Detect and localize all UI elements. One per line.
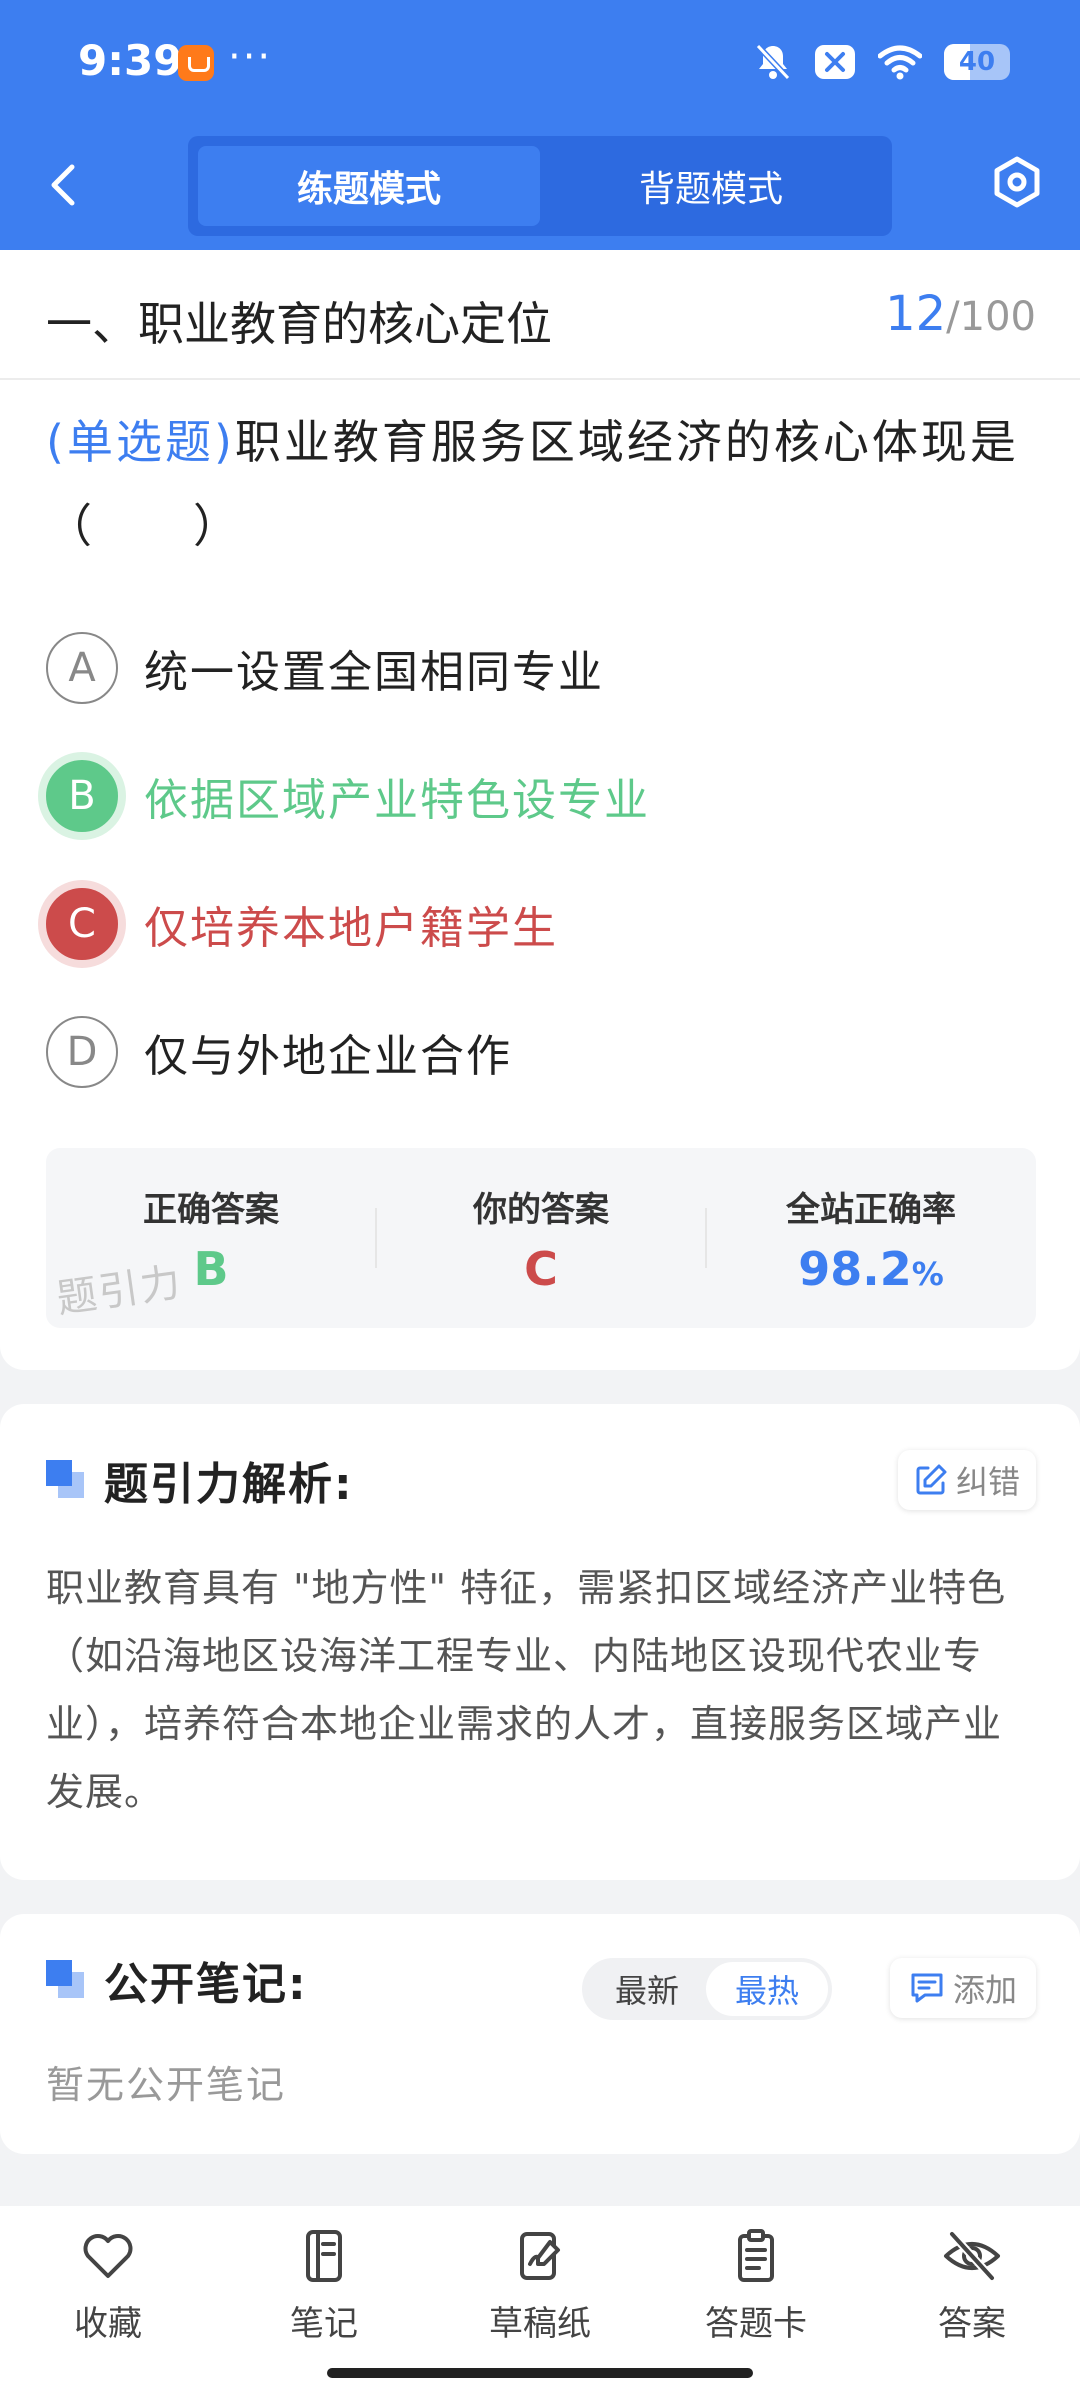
option-letter: A xyxy=(46,632,118,704)
notes-sort-toggle: 最新 最热 xyxy=(582,1958,832,2020)
answer-sheet-icon xyxy=(738,2229,774,2282)
analysis-title: 题引力解析: xyxy=(104,1459,354,1510)
option-text: 仅与外地企业合作 xyxy=(144,1031,512,1082)
progress-current: 12 xyxy=(885,286,947,342)
comment-icon xyxy=(911,1973,943,2003)
answer-sheet-label: 答题卡 xyxy=(705,2304,807,2344)
more-notifications-icon: ··· xyxy=(228,34,273,80)
option-letter: B xyxy=(46,760,118,832)
add-note-label: 添加 xyxy=(952,1971,1017,2009)
accuracy-column: 全站正确率 98.2% xyxy=(706,1148,1036,1328)
top-header: 9:39 ··· 40 练题模式 背题模式 xyxy=(0,0,1080,250)
answer-toggle-label: 答案 xyxy=(938,2304,1006,2344)
battery-level: 40 xyxy=(958,47,996,77)
notes-card: 公开笔记: 最新 最热 添加 暂无公开笔记 xyxy=(0,1914,1080,2154)
correct-answer-label: 正确答案 xyxy=(143,1190,279,1230)
tab-memorize-mode[interactable]: 背题模式 xyxy=(540,146,882,226)
hexagon-settings-icon xyxy=(994,156,1040,208)
option-text: 仅培养本地户籍学生 xyxy=(144,903,558,954)
bell-muted-icon xyxy=(755,43,791,81)
analysis-card: 题引力解析: 纠错 职业教育具有 "地方性" 特征，需紧扣区域经济产业特色（如沿… xyxy=(0,1404,1080,1880)
progress-total: /100 xyxy=(946,294,1036,340)
option-text: 依据区域产业特色设专业 xyxy=(144,775,650,826)
accuracy-number: 98.2 xyxy=(798,1242,912,1296)
your-answer-column: 你的答案 C xyxy=(376,1148,706,1328)
battery-icon: 40 xyxy=(944,44,1010,80)
question-progress[interactable]: 12/100 xyxy=(885,286,1036,342)
back-button[interactable] xyxy=(40,155,90,215)
status-indicators: 40 xyxy=(754,40,1010,84)
draft-paper-label: 草稿纸 xyxy=(489,2304,591,2344)
option-d[interactable]: D 仅与外地企业合作 xyxy=(46,1012,1036,1092)
wifi-icon xyxy=(878,45,922,80)
favorite-button[interactable]: 收藏 xyxy=(8,2226,208,2346)
tab-practice-mode[interactable]: 练题模式 xyxy=(198,146,540,226)
no-sim-icon xyxy=(815,45,855,79)
section-bar: 一、职业教育的核心定位 12/100 xyxy=(0,250,1080,380)
your-answer-label: 你的答案 xyxy=(473,1190,609,1230)
accuracy-label: 全站正确率 xyxy=(786,1190,956,1230)
analysis-text: 职业教育具有 "地方性" 特征，需紧扣区域经济产业特色（如沿海地区设海洋工程专业… xyxy=(46,1566,1007,1814)
notes-label: 笔记 xyxy=(290,2304,358,2344)
correction-label: 纠错 xyxy=(955,1463,1020,1501)
notebook-icon xyxy=(306,2230,342,2282)
accuracy-value: 98.2% xyxy=(706,1242,1036,1296)
favorite-label: 收藏 xyxy=(74,2304,142,2344)
question-card: 一、职业教育的核心定位 12/100 (单选题)职业教育服务区域经济的核心体现是… xyxy=(0,250,1080,1370)
answer-summary: 正确答案 B 你的答案 C 全站正确率 98.2% 题引力 xyxy=(46,1148,1036,1328)
squares-icon xyxy=(46,1460,86,1500)
option-text: 统一设置全国相同专业 xyxy=(144,647,604,698)
analysis-heading: 题引力解析: xyxy=(46,1450,354,1510)
edit-icon xyxy=(916,1464,947,1495)
question-type: (单选题) xyxy=(46,415,235,469)
option-letter: C xyxy=(46,888,118,960)
status-bar: 9:39 ··· 40 xyxy=(0,0,1080,125)
shopping-app-icon xyxy=(178,45,214,81)
sort-hottest[interactable]: 最热 xyxy=(706,1962,828,2016)
option-b[interactable]: B 依据区域产业特色设专业 xyxy=(46,756,1036,836)
settings-button[interactable] xyxy=(990,155,1044,209)
sort-newest[interactable]: 最新 xyxy=(586,1962,708,2016)
chevron-left-icon xyxy=(51,164,75,206)
status-time: 9:39 xyxy=(78,36,183,85)
notes-button[interactable]: 笔记 xyxy=(224,2226,424,2346)
answer-toggle-button[interactable]: 答案 xyxy=(872,2226,1072,2346)
empty-notes-text: 暂无公开笔记 xyxy=(46,2063,287,2107)
correction-button[interactable]: 纠错 xyxy=(898,1450,1036,1510)
option-letter: D xyxy=(46,1016,118,1088)
accuracy-unit: % xyxy=(911,1255,944,1293)
notes-heading: 公开笔记: xyxy=(46,1950,308,2010)
question-stem: (单选题)职业教育服务区域经济的核心体现是（ ） xyxy=(46,400,1036,568)
add-note-button[interactable]: 添加 xyxy=(890,1958,1036,2018)
notes-title: 公开笔记: xyxy=(104,1959,308,2010)
mode-switch: 练题模式 背题模式 xyxy=(188,136,892,236)
home-indicator[interactable] xyxy=(327,2368,753,2378)
draft-paper-icon xyxy=(520,2232,560,2280)
option-a[interactable]: A 统一设置全国相同专业 xyxy=(46,628,1036,708)
eye-off-icon xyxy=(944,2231,1000,2281)
heart-icon xyxy=(83,2234,133,2278)
answer-sheet-button[interactable]: 答题卡 xyxy=(656,2226,856,2346)
option-c[interactable]: C 仅培养本地户籍学生 xyxy=(46,884,1036,964)
your-answer-value: C xyxy=(524,1242,558,1296)
section-title: 一、职业教育的核心定位 xyxy=(46,297,552,351)
squares-icon xyxy=(46,1960,86,2000)
draft-paper-button[interactable]: 草稿纸 xyxy=(440,2226,640,2346)
